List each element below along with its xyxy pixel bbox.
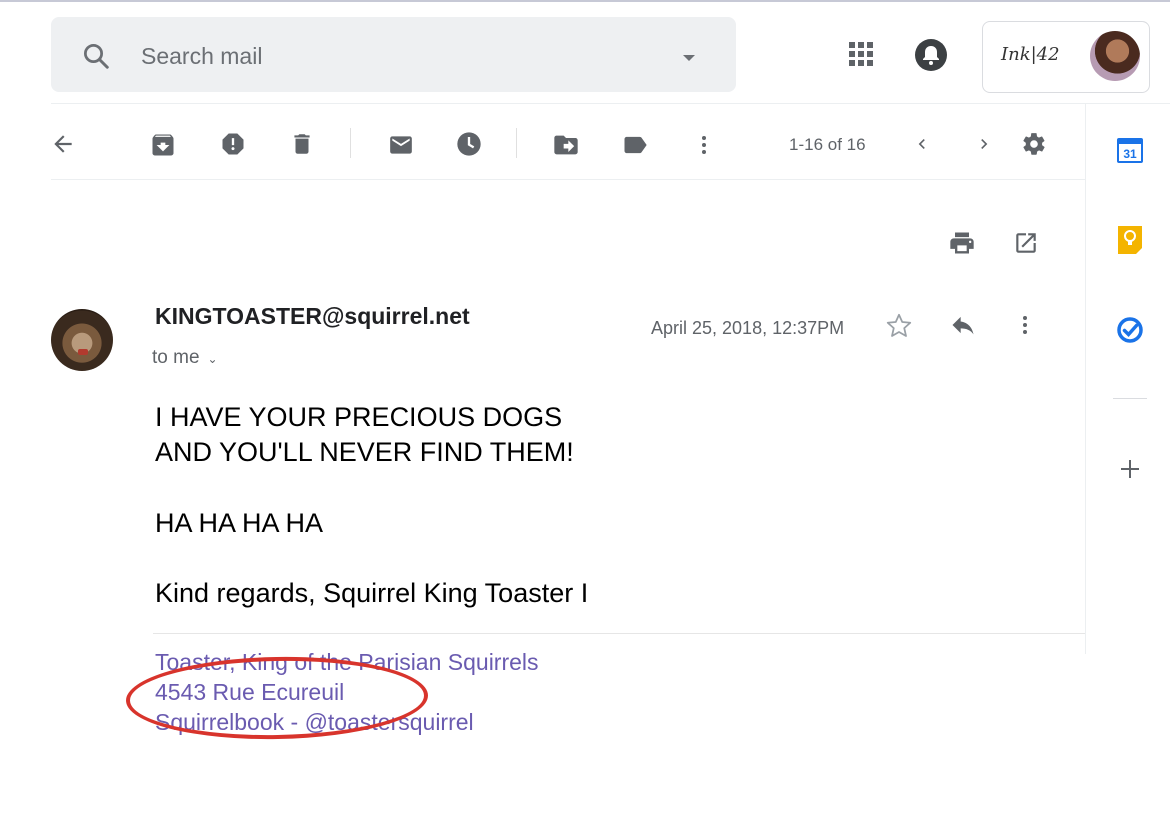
toolbar-separator	[516, 128, 517, 158]
recipient-label: to me	[152, 347, 200, 368]
header-divider	[51, 103, 1170, 104]
star-icon[interactable]	[884, 311, 914, 346]
calendar-icon[interactable]: 31	[1116, 136, 1144, 169]
apps-grid-icon[interactable]	[848, 41, 874, 72]
side-panel-divider	[1085, 104, 1086, 654]
calendar-day-number: 31	[1123, 147, 1137, 161]
sender-avatar[interactable]	[51, 309, 113, 371]
chevron-right-icon[interactable]	[974, 133, 994, 160]
move-to-folder-icon[interactable]	[552, 131, 580, 164]
user-avatar[interactable]	[1090, 31, 1140, 81]
chevron-down-icon[interactable]: ⌄	[208, 352, 218, 366]
label-tag-icon[interactable]	[620, 131, 650, 164]
message-body-line: AND YOU'LL NEVER FIND THEM!	[155, 437, 574, 467]
search-options-dropdown-icon[interactable]	[681, 50, 697, 68]
reply-arrow-icon[interactable]	[948, 311, 978, 344]
delete-trash-icon[interactable]	[289, 130, 315, 163]
sender-email[interactable]: KINGTOASTER@squirrel.net	[155, 303, 470, 330]
report-spam-icon[interactable]	[219, 130, 247, 163]
account-brand-logo: Ink|42	[1001, 44, 1060, 65]
mark-unread-mail-icon[interactable]	[388, 132, 414, 163]
chevron-left-icon[interactable]	[912, 133, 932, 160]
tasks-check-icon[interactable]	[1116, 316, 1144, 349]
signature-line[interactable]: Squirrelbook - @toastersquirrel	[155, 709, 474, 736]
snooze-clock-icon[interactable]	[455, 130, 483, 163]
open-in-new-window-icon[interactable]	[1013, 230, 1039, 261]
message-body-line: HA HA HA HA	[155, 508, 324, 538]
archive-icon[interactable]	[149, 131, 177, 164]
signature-divider	[153, 633, 1085, 634]
message-body-line: I HAVE YOUR PRECIOUS DOGS	[155, 402, 563, 432]
add-addon-plus-icon[interactable]	[1119, 458, 1141, 485]
toolbar-separator	[350, 128, 351, 158]
sender-avatar-bowtie	[78, 349, 88, 355]
signature-address: 4543 Rue Ecureuil	[155, 679, 345, 705]
keep-notes-icon[interactable]	[1116, 224, 1144, 259]
account-switcher[interactable]: Ink|42	[982, 21, 1150, 93]
print-icon[interactable]	[948, 229, 976, 262]
recipient-details[interactable]: to me ⌄	[152, 347, 218, 369]
message-date: April 25, 2018, 12:37PM	[651, 318, 845, 338]
window-top-border	[0, 0, 1170, 2]
search-input[interactable]	[139, 39, 663, 73]
toolbar-divider	[51, 179, 1085, 180]
side-panel-separator	[1113, 398, 1147, 399]
search-bar[interactable]	[51, 17, 736, 92]
pagination-count: 1-16 of 16	[789, 135, 866, 154]
settings-gear-icon[interactable]	[1021, 131, 1047, 162]
signature-line: Toaster, King of the Parisian Squirrels	[155, 649, 539, 675]
more-options-vertical-icon[interactable]	[692, 131, 716, 164]
message-more-options-icon[interactable]	[1013, 311, 1037, 344]
search-icon[interactable]	[81, 41, 111, 76]
message-body-line: Kind regards, Squirrel King Toaster I	[155, 578, 589, 608]
back-arrow-icon[interactable]	[50, 131, 76, 162]
notifications-bell-icon[interactable]	[914, 38, 948, 77]
